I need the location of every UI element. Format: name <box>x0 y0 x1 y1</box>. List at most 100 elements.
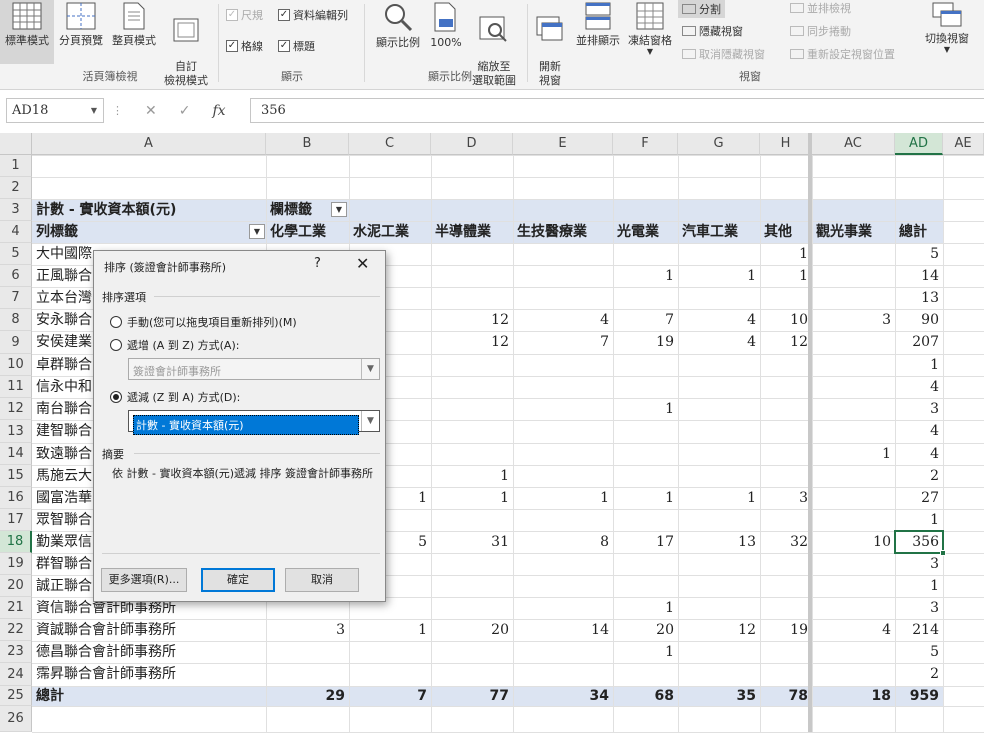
formula-input[interactable]: 356 <box>250 98 984 123</box>
pivot-cell[interactable]: 2 <box>895 465 943 487</box>
arrange-all-button[interactable]: 並排顯示 <box>572 0 624 48</box>
column-header-c[interactable]: C <box>349 133 431 155</box>
pivot-cell[interactable]: 3 <box>895 398 943 420</box>
pivot-cell[interactable]: 4 <box>895 376 943 398</box>
row-header-12[interactable]: 12 <box>0 398 32 420</box>
split-button[interactable]: 分割 <box>678 0 725 18</box>
zoom-button[interactable]: 顯示比例 <box>370 0 426 50</box>
page-break-preview-button[interactable]: 分頁預覽 <box>56 0 106 48</box>
zoom-100-button[interactable]: 100% <box>428 0 464 50</box>
pivot-cell[interactable]: 1 <box>678 265 760 287</box>
pivot-cell[interactable]: 4 <box>678 309 760 331</box>
pivot-cell[interactable]: 19 <box>760 619 812 641</box>
row-header-13[interactable]: 13 <box>0 420 32 443</box>
pivot-cell[interactable]: 3 <box>266 619 349 641</box>
pivot-cell[interactable]: 3 <box>895 553 943 575</box>
pivot-cell[interactable]: 13 <box>895 287 943 309</box>
pivot-cell[interactable]: 1 <box>613 597 678 619</box>
pivot-cell[interactable]: 1 <box>613 487 678 509</box>
row-header-15[interactable]: 15 <box>0 465 32 487</box>
descending-radio[interactable]: 遞減 (Z 到 A) 方式(D): <box>110 389 240 405</box>
help-icon[interactable]: ? <box>314 256 321 271</box>
row-header-23[interactable]: 23 <box>0 641 32 663</box>
pivot-cell[interactable]: 3 <box>760 487 812 509</box>
switch-windows-button[interactable]: 切換視窗 ▼ <box>920 0 974 54</box>
ascending-field-select[interactable]: 簽證會計師事務所 ▼ <box>128 358 380 380</box>
pivot-cell[interactable]: 32 <box>760 531 812 553</box>
column-header-ad[interactable]: AD <box>895 133 943 155</box>
name-box[interactable]: AD18 ▼ <box>6 98 104 123</box>
pivot-cell[interactable]: 2 <box>895 663 943 685</box>
pivot-cell[interactable]: 7 <box>613 309 678 331</box>
column-header-e[interactable]: E <box>513 133 613 155</box>
close-icon[interactable]: ✕ <box>356 254 369 273</box>
unhide-window-button[interactable]: 取消隱藏視窗 <box>682 46 765 62</box>
row-header-5[interactable]: 5 <box>0 243 32 265</box>
row-header-19[interactable]: 19 <box>0 553 32 575</box>
column-header-f[interactable]: F <box>613 133 678 155</box>
pivot-cell[interactable]: 17 <box>613 531 678 553</box>
pivot-cell[interactable]: 1 <box>613 398 678 420</box>
normal-view-button[interactable]: 標準模式 <box>0 0 54 64</box>
pivot-cell[interactable]: 1 <box>613 641 678 663</box>
pivot-cell[interactable]: 1 <box>613 265 678 287</box>
pivot-cell[interactable]: 4 <box>895 443 943 465</box>
pivot-cell[interactable]: 1 <box>431 465 513 487</box>
pivot-cell[interactable]: 12 <box>678 619 760 641</box>
row-header-16[interactable]: 16 <box>0 487 32 509</box>
column-header-a[interactable]: A <box>32 133 266 155</box>
row-header-1[interactable]: 1 <box>0 155 32 177</box>
descending-field-select[interactable]: 計數 - 實收資本額(元) ▼ <box>128 410 380 435</box>
page-layout-button[interactable]: 整頁模式 <box>108 0 160 48</box>
pivot-cell[interactable]: 20 <box>431 619 513 641</box>
pivot-cell[interactable]: 1 <box>349 619 431 641</box>
row-header-9[interactable]: 9 <box>0 331 32 354</box>
pivot-cell[interactable]: 4 <box>812 619 895 641</box>
row-header-20[interactable]: 20 <box>0 575 32 597</box>
column-header-h[interactable]: H <box>760 133 812 155</box>
pivot-cell[interactable]: 14 <box>513 619 613 641</box>
pivot-cell[interactable]: 14 <box>895 265 943 287</box>
pivot-cell[interactable]: 1 <box>895 509 943 531</box>
pivot-cell[interactable]: 7 <box>513 331 613 353</box>
column-header-g[interactable]: G <box>678 133 760 155</box>
row-header-21[interactable]: 21 <box>0 597 32 619</box>
row-header-8[interactable]: 8 <box>0 309 32 331</box>
pivot-cell[interactable]: 1 <box>678 487 760 509</box>
headings-checkbox[interactable]: ✓ 標題 <box>278 38 315 54</box>
pivot-cell[interactable]: 13 <box>678 531 760 553</box>
ruler-checkbox[interactable]: ✓ 尺規 <box>226 7 263 23</box>
pivot-cell[interactable]: 12 <box>760 331 812 353</box>
pivot-cell[interactable]: 31 <box>431 531 513 553</box>
row-header-3[interactable]: 3 <box>0 199 32 221</box>
pivot-cell[interactable]: 1 <box>895 575 943 597</box>
row-header-2[interactable]: 2 <box>0 177 32 199</box>
pivot-cell[interactable]: 1 <box>513 487 613 509</box>
more-options-button[interactable]: 更多選項(R)... <box>101 568 187 592</box>
pivot-cell[interactable]: 207 <box>895 331 943 353</box>
column-filter-button[interactable]: ▼ <box>331 202 347 217</box>
pivot-cell[interactable]: 1 <box>760 265 812 287</box>
column-header-b[interactable]: B <box>266 133 349 155</box>
row-header-25[interactable]: 25 <box>0 686 32 706</box>
pivot-cell[interactable]: 20 <box>613 619 678 641</box>
pivot-cell[interactable]: 1 <box>431 487 513 509</box>
ok-button[interactable]: 確定 <box>201 568 275 592</box>
sync-scroll-button[interactable]: 同步捲動 <box>790 23 851 39</box>
column-header-ac[interactable]: AC <box>812 133 895 155</box>
pivot-cell[interactable]: 10 <box>760 309 812 331</box>
reset-position-button[interactable]: 重新設定視窗位置 <box>790 46 895 62</box>
row-header-18[interactable]: 18 <box>0 531 32 553</box>
row-header-10[interactable]: 10 <box>0 354 32 376</box>
row-header-24[interactable]: 24 <box>0 663 32 686</box>
column-header-ae[interactable]: AE <box>943 133 984 155</box>
new-window-button[interactable]: 開新 視窗 <box>530 0 570 88</box>
row-filter-button[interactable]: ▼ <box>249 224 265 239</box>
formula-bar-checkbox[interactable]: ✓ 資料編輯列 <box>278 7 348 23</box>
pivot-cell[interactable]: 4 <box>513 309 613 331</box>
pivot-cell[interactable]: 12 <box>431 309 513 331</box>
column-header-d[interactable]: D <box>431 133 513 155</box>
enter-icon[interactable]: ✓ <box>179 103 191 119</box>
row-header-6[interactable]: 6 <box>0 265 32 287</box>
cancel-icon[interactable]: ✕ <box>145 103 157 119</box>
